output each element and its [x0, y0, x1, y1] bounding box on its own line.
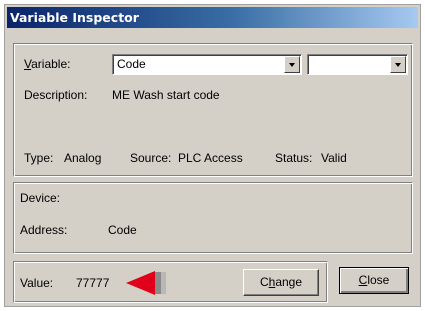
- chevron-down-icon: [289, 63, 295, 67]
- description-value: ME Wash start code: [112, 88, 220, 102]
- address-label: Address:: [20, 223, 68, 237]
- variable-label: Variable:: [24, 57, 70, 71]
- window-title: Variable Inspector: [10, 10, 139, 25]
- secondary-select[interactable]: [307, 54, 408, 75]
- type-value: Analog: [64, 151, 102, 165]
- status-label: Status:: [275, 151, 313, 165]
- arrow-head: [126, 271, 155, 295]
- source-label: Source:: [130, 151, 172, 165]
- variable-dropdown-button[interactable]: [284, 56, 300, 73]
- arrow-tail-light: [161, 272, 166, 294]
- description-label: Description:: [24, 88, 88, 102]
- status-value: Valid: [321, 151, 347, 165]
- variable-select-value: Code: [117, 57, 146, 71]
- address-value: Code: [108, 223, 137, 237]
- change-button[interactable]: Change: [243, 269, 319, 296]
- source-value: PLC Access: [178, 151, 243, 165]
- variable-inspector-dialog: Variable Inspector Variable: Code Descri…: [4, 4, 421, 307]
- value-number: 77777: [76, 276, 110, 290]
- type-label: Type:: [24, 151, 54, 165]
- variable-group: Variable: Code Description: ME Wash star…: [13, 43, 413, 177]
- title-bar[interactable]: Variable Inspector: [7, 7, 418, 28]
- change-button-label-post: ange: [275, 275, 303, 289]
- value-group: Value: 77777 Change: [13, 261, 328, 303]
- chevron-down-icon: [395, 63, 401, 67]
- close-button-label-rest: lose: [367, 273, 390, 287]
- value-label: Value:: [20, 276, 54, 290]
- change-button-label-pre: C: [259, 275, 269, 289]
- red-arrow-pointer-icon: [126, 271, 166, 295]
- close-button[interactable]: Close: [339, 267, 409, 294]
- secondary-dropdown-button[interactable]: [390, 56, 406, 73]
- device-group: Device: Address: Code: [13, 182, 413, 254]
- device-label: Device:: [20, 191, 61, 205]
- arrow-tail-dark: [155, 272, 161, 294]
- variable-label-rest: ariable:: [31, 57, 71, 71]
- variable-select[interactable]: Code: [112, 54, 302, 75]
